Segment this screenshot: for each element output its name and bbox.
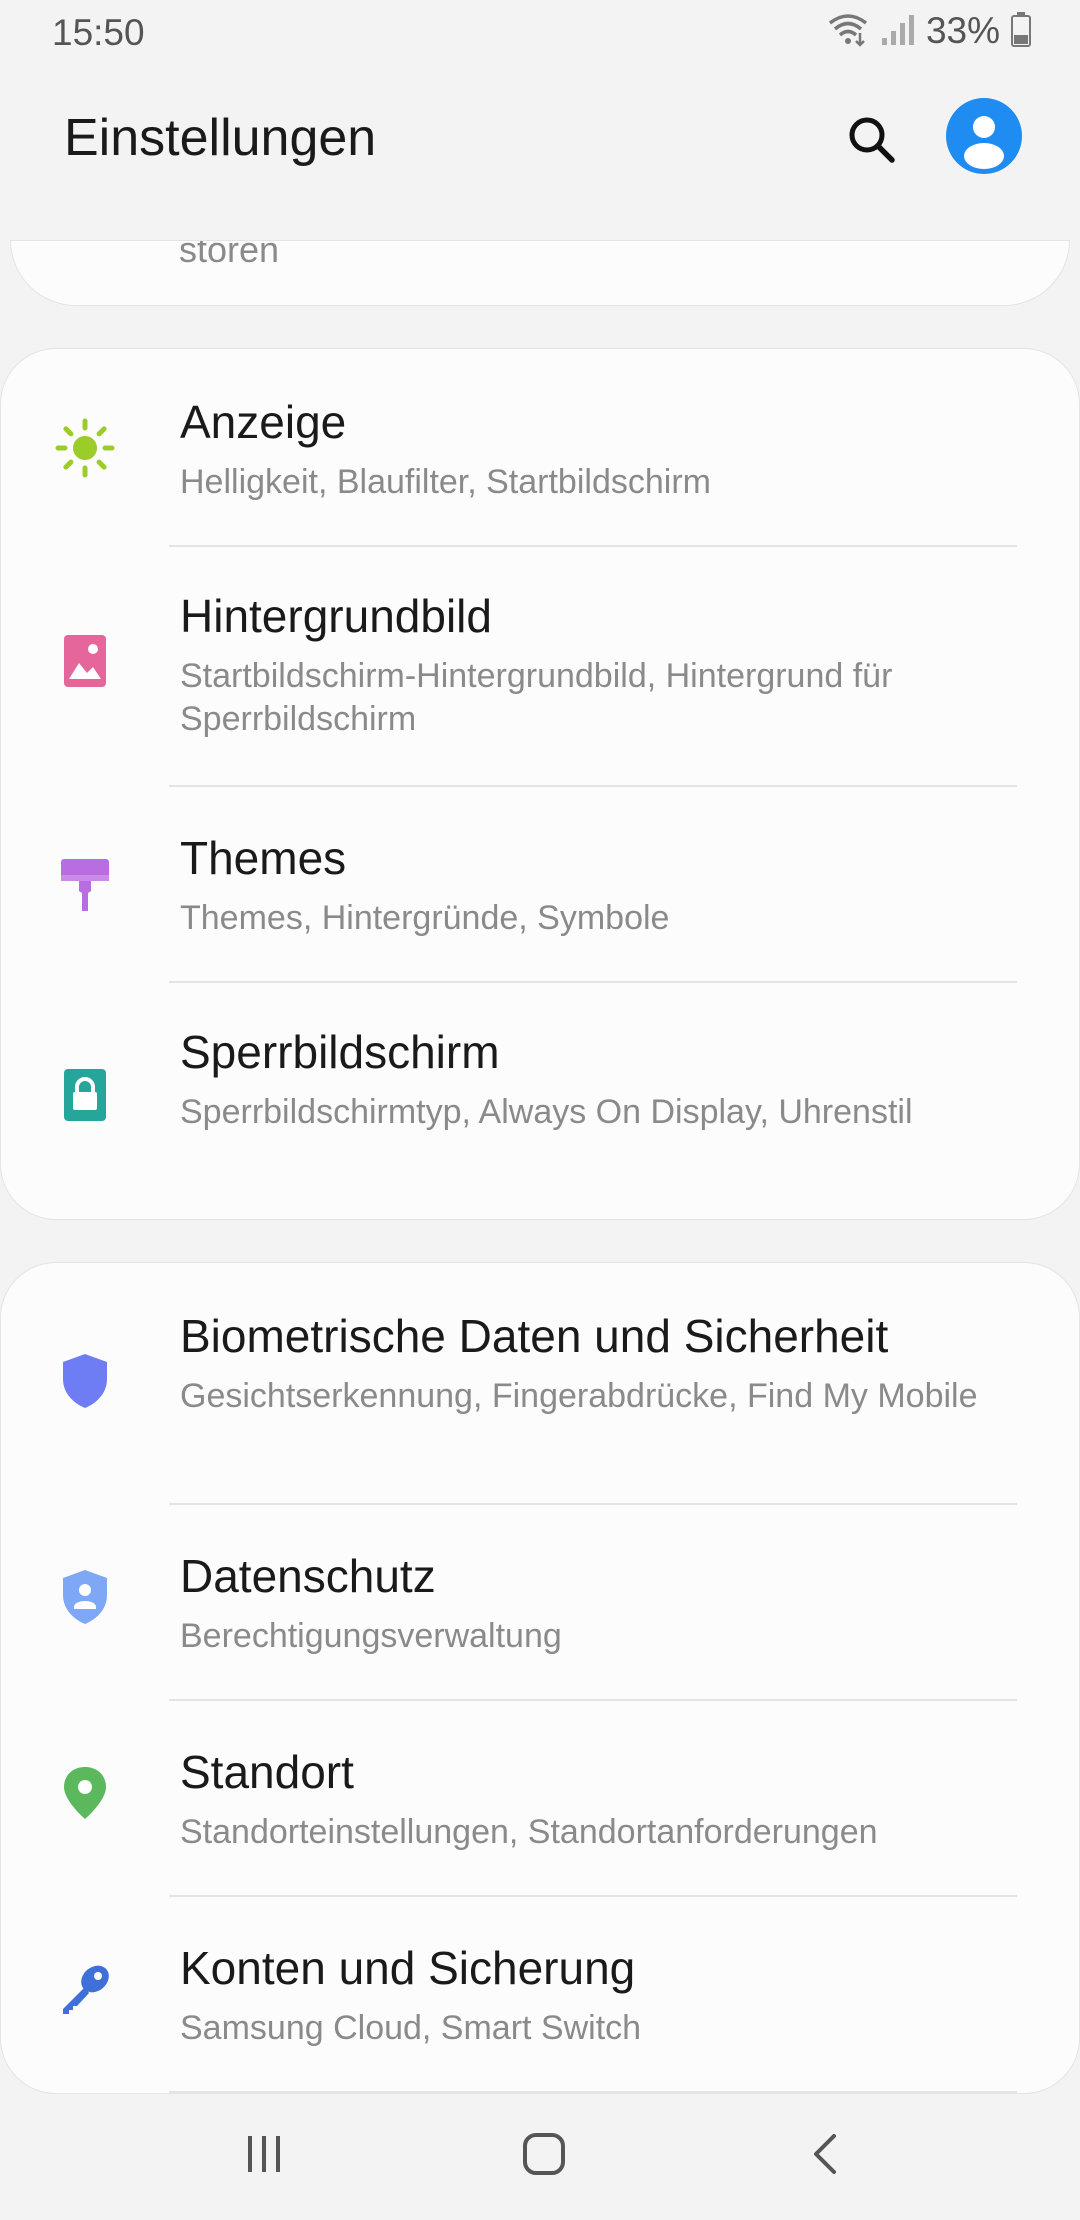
settings-card-security: Biometrische Daten und Sicherheit Gesich… <box>0 1262 1080 2094</box>
item-title: Themes <box>180 832 347 884</box>
battery-icon <box>1010 11 1032 52</box>
item-title: Biometrische Daten und Sicherheit <box>180 1310 889 1362</box>
image-icon <box>55 631 115 691</box>
settings-item-datenschutz[interactable]: Datenschutz Berechtigungsverwaltung <box>1 1505 1079 1699</box>
settings-item-sperrbildschirm[interactable]: Sperrbildschirm Sperrbildschirmtyp, Alwa… <box>1 983 1080 1219</box>
item-title: Datenschutz <box>180 1550 436 1602</box>
wifi-icon <box>826 11 870 52</box>
item-subtitle: Berechtigungsverwaltung <box>180 1617 562 1655</box>
partial-item-subtitle: stören <box>179 240 280 270</box>
battery-percentage: 33% <box>925 10 1000 51</box>
privacy-shield-icon <box>55 1567 115 1627</box>
back-chevron-icon <box>814 2134 836 2174</box>
key-icon <box>55 1959 115 2019</box>
settings-item-themes[interactable]: Themes Themes, Hintergründe, Symbole <box>1 787 1080 981</box>
lock-icon <box>55 1065 115 1125</box>
signal-icon <box>880 12 916 51</box>
page-title: Einstellungen <box>64 109 377 167</box>
item-title: Konten und Sicherung <box>180 1942 636 1994</box>
app-bar: Einstellungen <box>0 90 1080 190</box>
home-icon <box>523 2133 565 2175</box>
status-time: 15:50 <box>52 12 145 53</box>
back-button[interactable] <box>776 2114 876 2194</box>
item-subtitle: Samsung Cloud, Smart Switch <box>180 2009 642 2047</box>
recent-apps-button[interactable] <box>214 2114 314 2194</box>
item-subtitle: Sperrbildschirmtyp, Always On Display, U… <box>180 1093 913 1131</box>
item-subtitle: Themes, Hintergründe, Symbole <box>180 899 670 937</box>
settings-card-partial: stören <box>10 240 1070 306</box>
home-button[interactable] <box>494 2114 594 2194</box>
recent-apps-icon <box>248 2136 280 2172</box>
item-title: Standort <box>180 1746 354 1798</box>
settings-item-standort[interactable]: Standort Standorteinstellungen, Standort… <box>1 1701 1079 1895</box>
divider <box>169 2091 1017 2093</box>
item-subtitle: Standorteinstellungen, Standortanforderu… <box>180 1813 878 1851</box>
status-bar: 15:50 33% <box>0 0 1080 66</box>
item-subtitle: Helligkeit, Blaufilter, Startbildschirm <box>180 463 711 501</box>
navigation-bar <box>0 2094 1080 2220</box>
search-button[interactable] <box>840 108 904 172</box>
sun-icon <box>55 418 115 478</box>
settings-item-biometrische-daten[interactable]: Biometrische Daten und Sicherheit Gesich… <box>1 1263 1079 1499</box>
paintbrush-icon <box>55 855 115 915</box>
item-title: Hintergrundbild <box>180 590 492 642</box>
settings-item-konten-und-sicherung[interactable]: Konten und Sicherung Samsung Cloud, Smar… <box>1 1897 1079 2091</box>
account-avatar-button[interactable] <box>946 98 1022 174</box>
location-pin-icon <box>55 1763 115 1823</box>
item-title: Anzeige <box>180 396 347 448</box>
user-avatar-icon <box>964 116 1004 169</box>
search-icon <box>849 117 895 163</box>
settings-card-display: Anzeige Helligkeit, Blaufilter, Startbil… <box>0 348 1080 1220</box>
shield-icon <box>55 1351 115 1411</box>
status-icons: 33% <box>826 10 1032 52</box>
item-subtitle: Gesichtserkennung, Fingerabdrücke, Find … <box>180 1377 978 1415</box>
item-title: Sperrbildschirm <box>180 1026 500 1078</box>
settings-item-hintergrundbild[interactable]: Hintergrundbild Startbildschirm-Hintergr… <box>1 547 1080 783</box>
settings-item-anzeige[interactable]: Anzeige Helligkeit, Blaufilter, Startbil… <box>1 349 1080 543</box>
item-subtitle: Startbildschirm-Hintergrundbild, Hinterg… <box>180 657 893 738</box>
